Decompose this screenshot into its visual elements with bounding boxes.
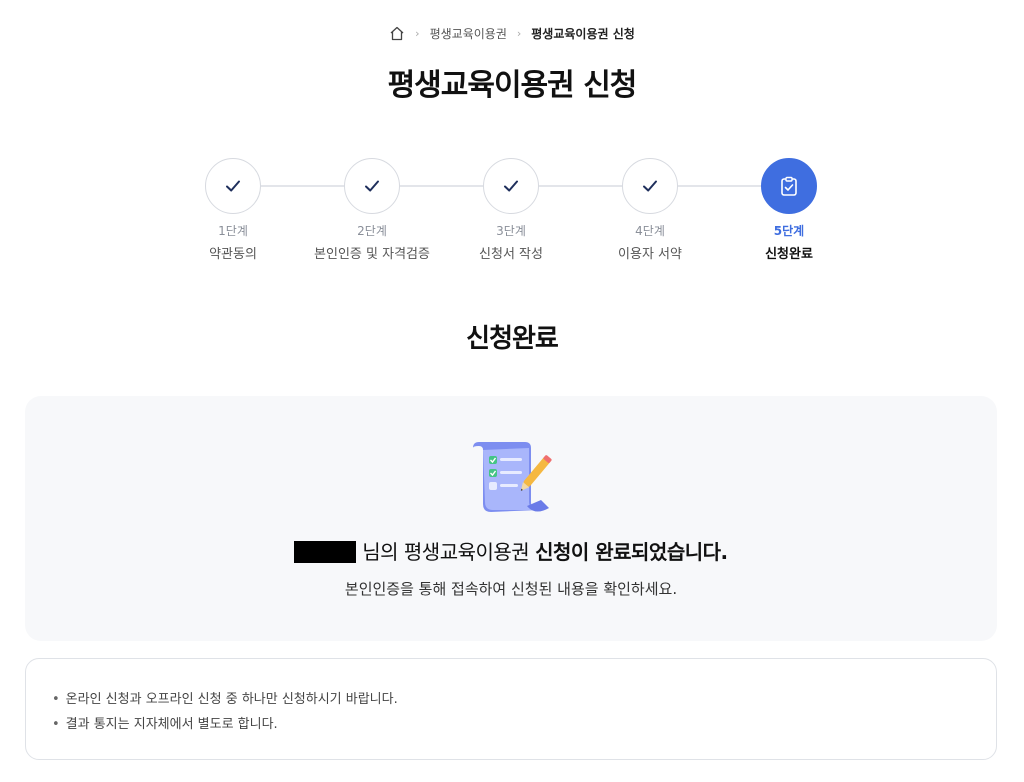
chevron-right-icon: › bbox=[516, 27, 522, 40]
step-4: 4단계 이용자 서약 bbox=[570, 158, 730, 262]
result-message-strong: 신청이 완료되었습니다. bbox=[535, 540, 728, 564]
step-number: 5단계 bbox=[773, 224, 805, 238]
chevron-right-icon: › bbox=[415, 27, 420, 40]
check-icon bbox=[365, 180, 379, 192]
step-label: 약관동의 bbox=[209, 247, 257, 262]
breadcrumb-item[interactable]: 평생교육이용권 bbox=[430, 25, 507, 42]
result-message: 님의 평생교육이용권 신청이 완료되었습니다. bbox=[25, 536, 997, 565]
clipboard-check-icon bbox=[781, 176, 797, 196]
notice-list: 온라인 신청과 오프라인 신청 중 하나만 신청하시기 바랍니다. 결과 통지는… bbox=[52, 687, 970, 737]
result-panel: 님의 평생교육이용권 신청이 완료되었습니다. 본인인증을 통해 접속하여 신청… bbox=[25, 396, 997, 641]
step-progress: 1단계 약관동의 2단계 본인인증 및 자격검증 3단계 신청서 작성 4단계 … bbox=[0, 158, 1024, 268]
breadcrumb: › 평생교육이용권 › 평생교육이용권 신청 bbox=[0, 25, 1024, 42]
step-label: 이용자 서약 bbox=[618, 247, 682, 262]
step-1-circle bbox=[205, 158, 261, 214]
page-title: 평생교육이용권 신청 bbox=[387, 68, 638, 103]
notice-item: 온라인 신청과 오프라인 신청 중 하나만 신청하시기 바랍니다. bbox=[52, 687, 970, 712]
step-3: 3단계 신청서 작성 bbox=[431, 158, 591, 262]
step-5: 5단계 신청완료 bbox=[709, 158, 869, 262]
step-2: 2단계 본인인증 및 자격검증 bbox=[292, 158, 452, 262]
section-title: 신청완료 bbox=[466, 324, 559, 354]
document-pencil-icon bbox=[469, 440, 557, 516]
step-1: 1단계 약관동의 bbox=[153, 158, 313, 262]
check-icon bbox=[643, 180, 657, 192]
step-label: 신청서 작성 bbox=[479, 247, 543, 262]
step-3-circle bbox=[483, 158, 539, 214]
step-5-circle bbox=[761, 158, 817, 214]
step-2-circle bbox=[344, 158, 400, 214]
step-number: 1단계 bbox=[218, 224, 248, 238]
check-icon bbox=[504, 180, 518, 192]
notice-box: 온라인 신청과 오프라인 신청 중 하나만 신청하시기 바랍니다. 결과 통지는… bbox=[25, 658, 997, 760]
breadcrumb-current: 평생교육이용권 신청 bbox=[531, 27, 635, 41]
notice-item: 결과 통지는 지자체에서 별도로 합니다. bbox=[52, 712, 970, 737]
step-4-circle bbox=[622, 158, 678, 214]
home-icon[interactable] bbox=[389, 26, 405, 41]
result-message-text: 님의 평생교육이용권 bbox=[356, 540, 536, 564]
step-number: 4단계 bbox=[635, 224, 665, 238]
step-label: 본인인증 및 자격검증 bbox=[314, 247, 430, 262]
step-number: 3단계 bbox=[496, 224, 526, 238]
masked-user-name bbox=[294, 541, 357, 563]
result-subtext: 본인인증을 통해 접속하여 신청된 내용을 확인하세요. bbox=[344, 580, 678, 598]
step-number: 2단계 bbox=[357, 224, 387, 238]
check-icon bbox=[226, 180, 240, 192]
step-label: 신청완료 bbox=[765, 247, 813, 262]
